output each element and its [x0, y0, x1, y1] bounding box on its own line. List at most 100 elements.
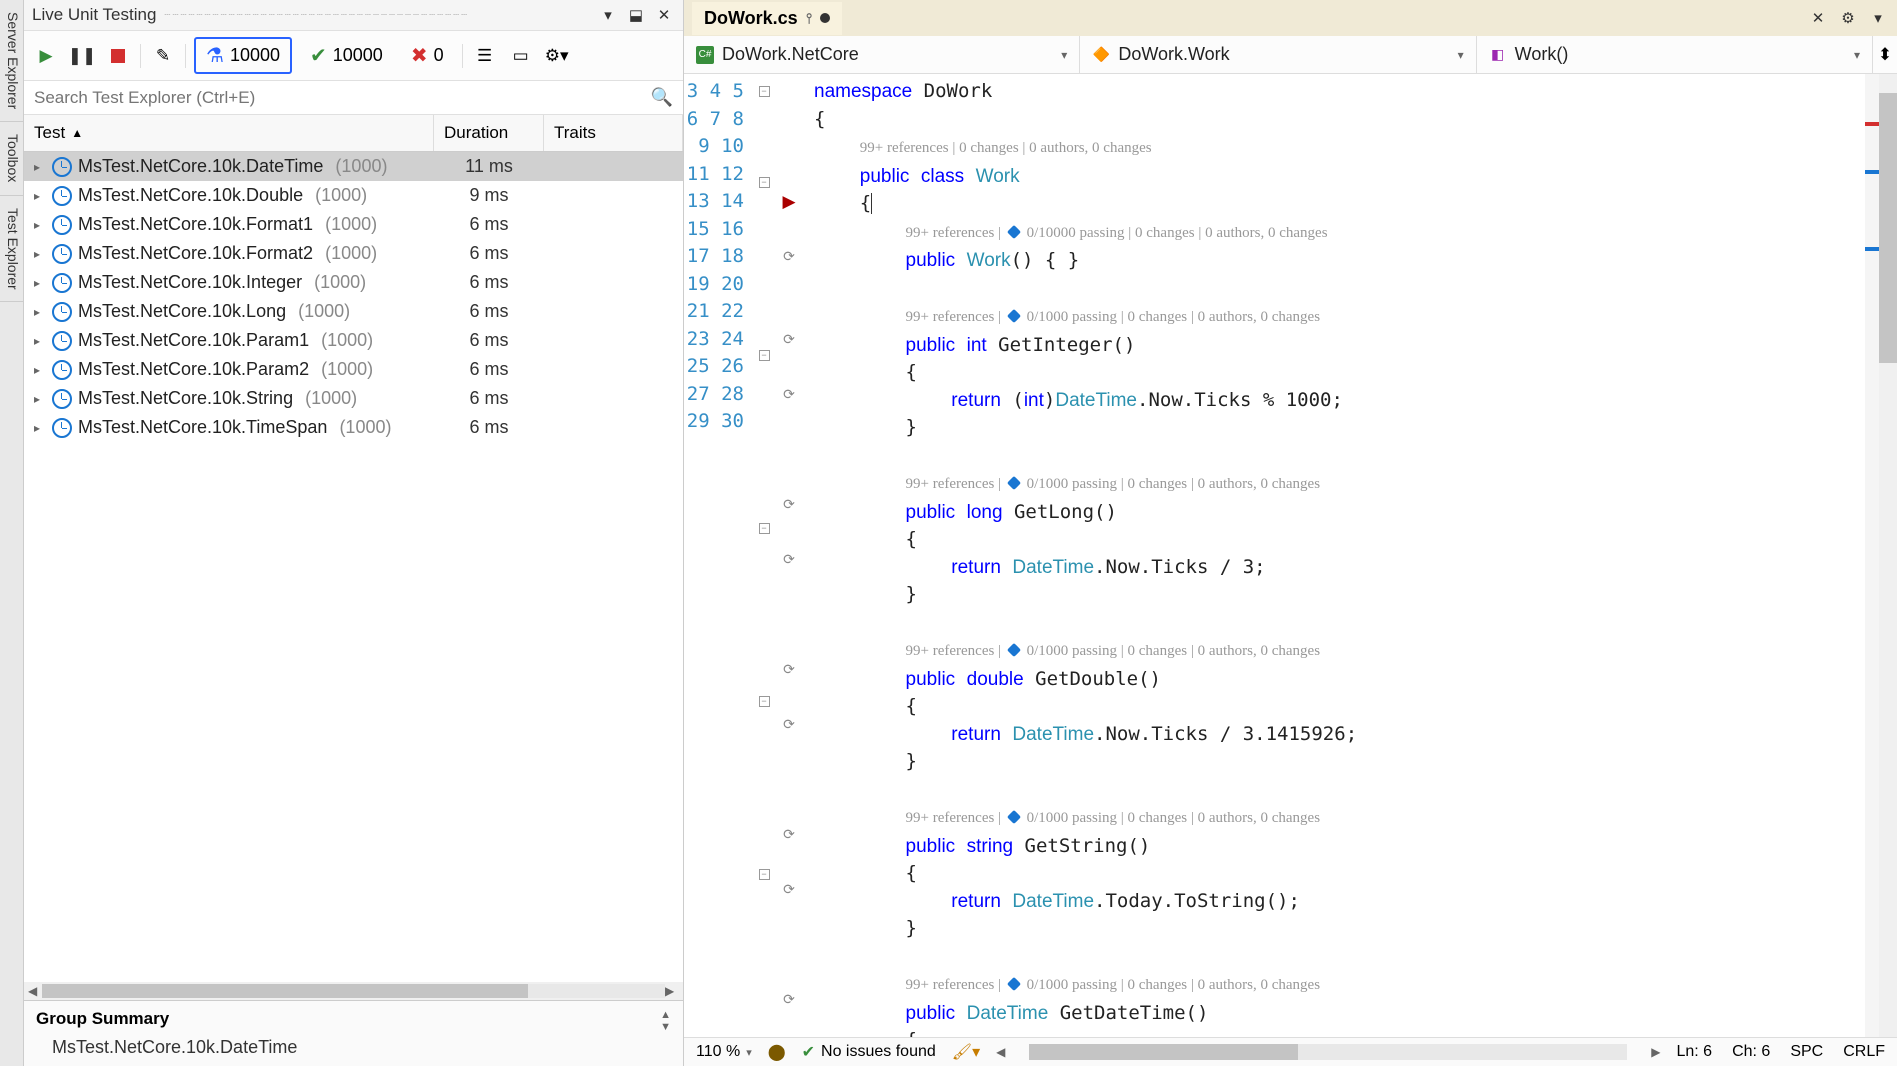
- preview-close-icon[interactable]: ✕: [1807, 7, 1829, 29]
- brush-icon[interactable]: 🖌▾: [952, 1042, 980, 1062]
- side-tab-test-explorer[interactable]: Test Explorer: [0, 196, 23, 303]
- close-icon[interactable]: ✕: [653, 4, 675, 26]
- issues-indicator[interactable]: ✔ No issues found: [802, 1042, 936, 1062]
- stop-button[interactable]: [104, 42, 132, 70]
- expand-icon[interactable]: ▸: [34, 392, 46, 406]
- layout-icon[interactable]: ▭: [507, 42, 535, 70]
- test-row[interactable]: ▸ MsTest.NetCore.10k.TimeSpan (1000) 6 m…: [24, 413, 683, 442]
- test-row[interactable]: ▸ MsTest.NetCore.10k.String (1000) 6 ms: [24, 384, 683, 413]
- cross-icon: ✖: [411, 43, 428, 68]
- window-position-icon[interactable]: ▾: [597, 4, 619, 26]
- col-duration[interactable]: Duration: [434, 115, 544, 151]
- health-icon[interactable]: ⬤: [768, 1042, 786, 1062]
- passed-counter[interactable]: ✔ 10000: [300, 39, 393, 72]
- pause-button[interactable]: ❚❚: [68, 42, 96, 70]
- chevron-down-icon: ▾: [746, 1046, 752, 1059]
- fold-icon[interactable]: −: [759, 696, 770, 707]
- codelens[interactable]: 99+ references | 0/1000 passing | 0 chan…: [906, 810, 1321, 826]
- expand-icon[interactable]: ▸: [34, 305, 46, 319]
- expand-icon[interactable]: ▸: [34, 334, 46, 348]
- overview-ruler[interactable]: [1865, 74, 1879, 1037]
- tab-dowork[interactable]: DoWork.cs ⫯: [692, 2, 842, 35]
- nav-method[interactable]: ◧ Work() ▾: [1477, 36, 1873, 73]
- summary-down-icon[interactable]: ▼: [660, 1021, 671, 1033]
- editor-h-scrollbar[interactable]: [1029, 1044, 1627, 1060]
- code-content[interactable]: namespace DoWork { 99+ references | 0 ch…: [804, 74, 1865, 1037]
- test-name: MsTest.NetCore.10k.TimeSpan: [78, 417, 327, 438]
- search-box: 🔍: [24, 81, 683, 115]
- edit-button[interactable]: ✎: [149, 42, 177, 70]
- fold-icon[interactable]: −: [759, 869, 770, 880]
- test-row[interactable]: ▸ MsTest.NetCore.10k.DateTime (1000) 11 …: [24, 152, 683, 181]
- test-name: MsTest.NetCore.10k.Param2: [78, 359, 309, 380]
- pin-icon[interactable]: ⬓: [625, 4, 647, 26]
- list-view-icon[interactable]: ☰: [471, 42, 499, 70]
- live-unit-testing-panel: Live Unit Testing ┄┄┄┄┄┄┄┄┄┄┄┄┄┄┄┄┄┄┄┄┄┄…: [24, 0, 684, 1066]
- eol-indicator[interactable]: CRLF: [1843, 1043, 1885, 1061]
- side-tab-server-explorer[interactable]: Server Explorer: [0, 0, 23, 122]
- flask-icon: ⚗: [206, 43, 224, 68]
- method-icon: ◧: [1489, 46, 1507, 64]
- test-row[interactable]: ▸ MsTest.NetCore.10k.Format1 (1000) 6 ms: [24, 210, 683, 239]
- fold-icon[interactable]: −: [759, 177, 770, 188]
- code-area[interactable]: 3 4 5 6 7 8 9 10 11 12 13 14 15 16 17 18…: [684, 74, 1897, 1037]
- expand-icon[interactable]: ▸: [34, 276, 46, 290]
- editor-panel: DoWork.cs ⫯ ✕ ⚙ ▾ C# DoWork.NetCore ▾ 🔶 …: [684, 0, 1897, 1066]
- col-indicator[interactable]: Ch: 6: [1732, 1043, 1770, 1061]
- col-traits[interactable]: Traits: [544, 115, 683, 151]
- test-row[interactable]: ▸ MsTest.NetCore.10k.Long (1000) 6 ms: [24, 297, 683, 326]
- side-tab-toolbox[interactable]: Toolbox: [0, 122, 23, 195]
- scroll-left-icon[interactable]: ◀: [28, 984, 42, 998]
- expand-icon[interactable]: ▸: [34, 247, 46, 261]
- ok-icon: ✔: [802, 1042, 815, 1062]
- test-row[interactable]: ▸ MsTest.NetCore.10k.Param1 (1000) 6 ms: [24, 326, 683, 355]
- expand-icon[interactable]: ▸: [34, 218, 46, 232]
- codelens[interactable]: 99+ references | 0/1000 passing | 0 chan…: [906, 643, 1321, 659]
- search-input[interactable]: [34, 88, 651, 108]
- vertical-scrollbar[interactable]: [1879, 74, 1897, 1037]
- expand-icon[interactable]: ▸: [34, 363, 46, 377]
- settings-gear-icon[interactable]: ⚙▾: [543, 42, 571, 70]
- test-row[interactable]: ▸ MsTest.NetCore.10k.Format2 (1000) 6 ms: [24, 239, 683, 268]
- codelens[interactable]: 99+ references | 0/1000 passing | 0 chan…: [906, 476, 1321, 492]
- test-count: (1000): [305, 388, 357, 409]
- summary-up-icon[interactable]: ▲: [660, 1009, 671, 1021]
- expand-icon[interactable]: ▸: [34, 160, 46, 174]
- spaces-indicator[interactable]: SPC: [1790, 1043, 1823, 1061]
- search-icon[interactable]: 🔍: [651, 87, 673, 108]
- play-button[interactable]: ▶: [32, 42, 60, 70]
- test-count: (1000): [315, 185, 367, 206]
- fold-icon[interactable]: −: [759, 523, 770, 534]
- codelens[interactable]: 99+ references | 0/1000 passing | 0 chan…: [906, 977, 1321, 993]
- line-indicator[interactable]: Ln: 6: [1676, 1043, 1712, 1061]
- nav-project[interactable]: C# DoWork.NetCore ▾: [684, 36, 1080, 73]
- codelens[interactable]: 99+ references | 0/1000 passing | 0 chan…: [906, 309, 1321, 325]
- chevron-down-icon: ▾: [1458, 48, 1464, 62]
- test-row[interactable]: ▸ MsTest.NetCore.10k.Param2 (1000) 6 ms: [24, 355, 683, 384]
- tab-options-icon[interactable]: ⚙: [1837, 7, 1859, 29]
- zoom-level[interactable]: 110 % ▾: [696, 1043, 752, 1061]
- tab-dropdown-icon[interactable]: ▾: [1867, 7, 1889, 29]
- test-row[interactable]: ▸ MsTest.NetCore.10k.Double (1000) 9 ms: [24, 181, 683, 210]
- codelens[interactable]: 99+ references | 0/10000 passing | 0 cha…: [906, 225, 1328, 241]
- failed-count: 0: [434, 45, 444, 66]
- fold-icon[interactable]: −: [759, 86, 770, 97]
- scroll-right-icon[interactable]: ▶: [665, 984, 679, 998]
- running-counter[interactable]: ⚗ 10000: [194, 37, 292, 74]
- test-list: ▸ MsTest.NetCore.10k.DateTime (1000) 11 …: [24, 152, 683, 982]
- passed-count: 10000: [333, 45, 383, 66]
- split-icon[interactable]: ⬍: [1873, 36, 1897, 73]
- test-row[interactable]: ▸ MsTest.NetCore.10k.Integer (1000) 6 ms: [24, 268, 683, 297]
- expand-icon[interactable]: ▸: [34, 189, 46, 203]
- test-name: MsTest.NetCore.10k.Long: [78, 301, 286, 322]
- pin-icon[interactable]: ⫯: [806, 10, 812, 27]
- horizontal-scrollbar[interactable]: ◀ ▶: [24, 982, 683, 1000]
- fold-icon[interactable]: −: [759, 350, 770, 361]
- codelens[interactable]: 99+ references | 0 changes | 0 authors, …: [860, 140, 1152, 156]
- nav-class[interactable]: 🔶 DoWork.Work ▾: [1080, 36, 1476, 73]
- side-tab-strip: Server Explorer Toolbox Test Explorer: [0, 0, 24, 1066]
- expand-icon[interactable]: ▸: [34, 421, 46, 435]
- col-test[interactable]: Test ▲: [24, 115, 434, 151]
- test-duration: 6 ms: [434, 243, 544, 264]
- failed-counter[interactable]: ✖ 0: [401, 39, 454, 72]
